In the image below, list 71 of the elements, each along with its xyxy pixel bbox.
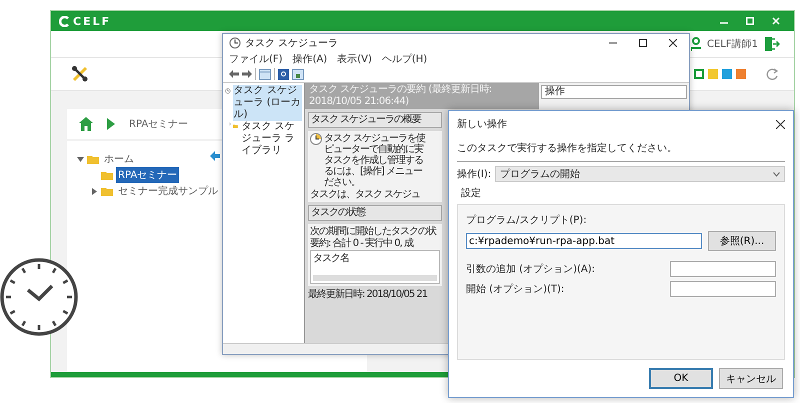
scrollbar[interactable]: [313, 275, 437, 281]
ok-button[interactable]: OK: [649, 368, 713, 389]
field-label: 開始 (オプション)(T):: [466, 282, 564, 296]
chevron-down-icon: [773, 172, 780, 176]
tools-icon[interactable]: [71, 65, 89, 83]
back-icon[interactable]: [229, 70, 239, 78]
exit-door-icon[interactable]: [764, 36, 780, 52]
folder-icon: [101, 170, 113, 180]
triangle-icon[interactable]: [91, 188, 98, 194]
text-line: タスクを作成し管理する: [324, 155, 424, 166]
close-icon[interactable]: [776, 120, 785, 128]
input-field[interactable]: [670, 281, 776, 297]
pane-icon[interactable]: [292, 68, 304, 80]
logo: CELF: [73, 14, 112, 28]
section-header[interactable]: タスクの状態: [308, 205, 442, 221]
tree-item[interactable]: RPAセミナー: [116, 167, 180, 183]
menu-item[interactable]: ファイル(F): [229, 52, 283, 66]
tree-item[interactable]: タスク スケジューラ (ローカル): [232, 85, 302, 121]
maximize-icon[interactable]: [639, 39, 647, 47]
window-title: タスク スケジューラ: [245, 37, 338, 50]
color-swatch[interactable]: [708, 69, 718, 79]
group-label: 設定: [460, 186, 482, 200]
arrow-icon: [210, 151, 220, 161]
pane-header: タスク スケジューラの要約 (最終更新日時: 2018/10/05 21:06:44): [305, 83, 539, 109]
color-swatch[interactable]: [722, 69, 732, 79]
last-updated: 最終更新日時: 2018/10/05 21: [308, 289, 428, 300]
color-swatch[interactable]: [694, 69, 704, 79]
field-label: 引数の追加 (オプション)(A):: [466, 262, 595, 276]
field-label: プログラム/スクリプト(P):: [466, 214, 588, 227]
logo-icon: [59, 16, 70, 26]
user-icon: [691, 37, 701, 51]
text-line: るには、[操作] メニュー: [324, 166, 424, 177]
play-icon: [107, 118, 115, 130]
text-line: タスク スケジューラを使: [324, 133, 426, 144]
input-field[interactable]: c:¥rpademo¥run-rpa-app.bat: [466, 233, 702, 249]
column-header: タスク名: [313, 253, 350, 264]
field-label: 操作(I):: [457, 168, 492, 181]
tree-item[interactable]: ホーム: [102, 151, 136, 167]
clock-icon: [310, 133, 322, 145]
home-icon[interactable]: [79, 117, 93, 131]
section-header[interactable]: タスク スケジューラの概要: [308, 112, 442, 128]
close-icon[interactable]: [669, 39, 677, 47]
pane-icon[interactable]: [259, 68, 271, 80]
cancel-button[interactable]: キャンセル: [719, 368, 783, 389]
tree-item[interactable]: タスク スケジューラ ライブラリ: [240, 121, 302, 157]
text-line: タスクは、タスク スケジュ: [310, 189, 422, 200]
menu-item[interactable]: 表示(V): [337, 52, 372, 66]
menu-item[interactable]: ヘルプ(H): [382, 52, 428, 66]
refresh-icon[interactable]: [766, 68, 778, 80]
clock-icon: [229, 37, 241, 49]
text-line: ピューターで自動的に実: [324, 144, 424, 155]
folder-icon: [87, 154, 99, 164]
action-dropdown[interactable]: プログラムの開始: [495, 166, 785, 182]
instruction-text: このタスクで実行する操作を指定してください。: [457, 137, 785, 162]
chevron-icon[interactable]: [229, 121, 232, 127]
user-name: CELF講師1: [707, 38, 758, 51]
breadcrumb-item[interactable]: RPAセミナー: [129, 117, 188, 131]
browse-button[interactable]: 参照(R)...: [708, 231, 776, 251]
input-field[interactable]: [670, 261, 776, 277]
dialog-title: 新しい操作: [457, 118, 507, 131]
forward-icon[interactable]: [242, 70, 252, 78]
tree-item[interactable]: セミナー完成サンプル: [116, 183, 220, 199]
text-line: 次の期間に開始したタスクの状: [310, 226, 438, 237]
color-swatch[interactable]: [736, 69, 746, 79]
menu-item[interactable]: 操作(A): [292, 52, 328, 66]
text-line: 要約: 合計 0 - 実行中 0, 成: [310, 238, 414, 249]
folder-icon: [101, 186, 113, 196]
triangle-icon[interactable]: [77, 156, 84, 162]
help-icon[interactable]: [278, 68, 289, 80]
text-line: ださい。: [324, 177, 361, 188]
pane-header: 操作: [541, 85, 687, 99]
